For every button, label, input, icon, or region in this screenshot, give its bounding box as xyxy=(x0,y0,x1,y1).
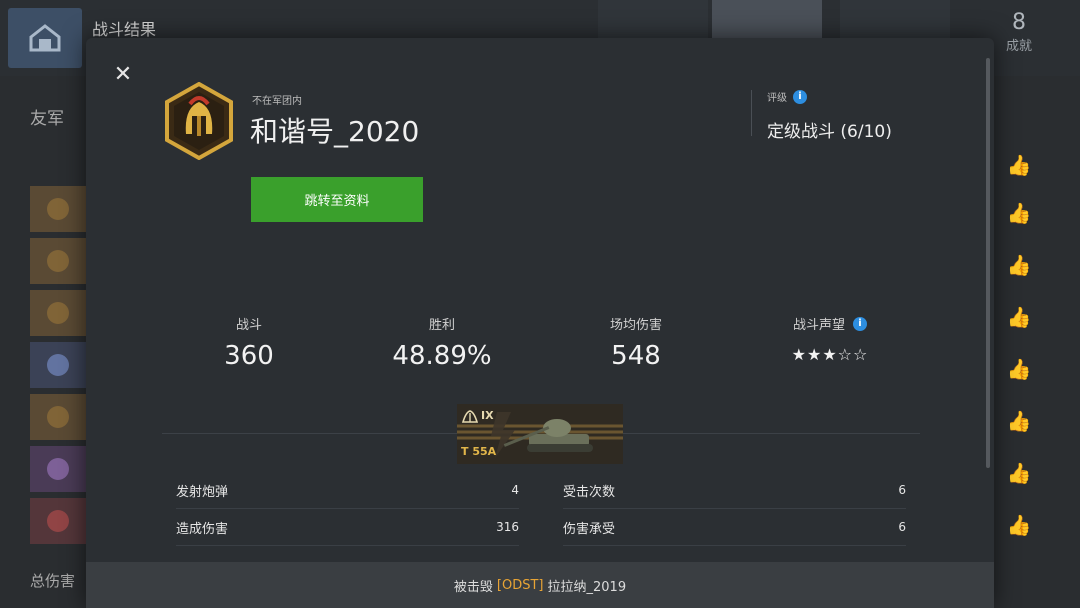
divider xyxy=(751,90,752,136)
stat-victories: 胜利 48.89% xyxy=(392,318,492,371)
reputation-stars: ★★★☆☆ xyxy=(791,345,869,364)
garage-icon xyxy=(29,24,61,52)
ally-row[interactable] xyxy=(30,498,86,544)
ally-row[interactable] xyxy=(30,342,86,388)
enemy-row[interactable]: 👍 xyxy=(994,242,1044,288)
battle-results-title: 战斗结果 xyxy=(92,20,157,39)
thumbs-up-icon: 👍 xyxy=(1006,357,1032,381)
medal-icon: 8 xyxy=(1012,10,1026,35)
info-icon[interactable]: i xyxy=(853,316,867,331)
ally-row[interactable] xyxy=(30,186,86,232)
player-icon xyxy=(47,354,69,376)
rating-value: 定级战斗 (6/10) xyxy=(767,122,892,142)
allies-label: 友军 xyxy=(30,109,64,129)
go-to-profile-button[interactable]: 跳转至资料 xyxy=(251,177,423,222)
player-icon xyxy=(47,198,69,220)
ally-row[interactable] xyxy=(30,290,86,336)
enemy-row[interactable]: 👍 xyxy=(994,142,1044,188)
detail-row: 受击次数 6 xyxy=(563,472,906,509)
enemy-row[interactable]: 👍 xyxy=(994,450,1044,496)
scrollbar[interactable] xyxy=(986,58,990,468)
thumbs-up-icon: 👍 xyxy=(1006,253,1032,277)
thumbs-up-icon: 👍 xyxy=(1006,201,1032,225)
stat-avg-damage: 场均伤害 548 xyxy=(609,318,662,371)
detail-row: 造成伤害 316 xyxy=(176,509,519,546)
achievements-tab[interactable]: 8 成就 xyxy=(996,10,1042,54)
player-icon xyxy=(47,458,69,480)
ally-row[interactable] xyxy=(30,238,86,284)
thumbs-up-icon: 👍 xyxy=(1006,461,1032,485)
thumbs-up-icon: 👍 xyxy=(1006,305,1032,329)
thumbs-up-icon: 👍 xyxy=(1006,153,1032,177)
close-icon: ✕ xyxy=(113,62,133,87)
thumbs-up-icon: 👍 xyxy=(1006,513,1032,537)
player-icon xyxy=(47,302,69,324)
clan-status: 不在军团内 xyxy=(252,96,302,107)
killer-clan-tag: [ODST] xyxy=(496,577,544,593)
player-name: 和谐号_2020 xyxy=(250,115,420,148)
enemy-row[interactable]: 👍 xyxy=(994,190,1044,236)
enemy-row[interactable]: 👍 xyxy=(994,398,1044,444)
stat-reputation: 战斗声望 i ★★★☆☆ xyxy=(730,314,930,364)
enemy-row[interactable]: 👍 xyxy=(994,502,1044,548)
tank-tier: IX xyxy=(481,409,494,422)
tank-card[interactable]: IX T 55A xyxy=(457,404,623,464)
player-icon xyxy=(47,406,69,428)
ally-row[interactable] xyxy=(30,446,86,492)
thumbs-up-icon: 👍 xyxy=(1006,409,1032,433)
close-button[interactable]: ✕ xyxy=(112,64,134,86)
rating-label: 评级 i xyxy=(767,89,807,104)
detail-row: 伤害承受 6 xyxy=(563,509,906,546)
tier-emblem-icon xyxy=(461,410,479,423)
spartan-helmet-emblem-icon xyxy=(165,82,233,160)
stat-battles: 战斗 360 xyxy=(224,318,274,371)
player-profile-modal: ✕ 不在军团内 和谐号_2020 跳转至资料 评级 i 定级战斗 (6/10) … xyxy=(86,38,994,608)
info-icon[interactable]: i xyxy=(793,89,807,104)
enemy-row[interactable]: 👍 xyxy=(994,346,1044,392)
tank-name: T 55A xyxy=(461,445,497,458)
enemy-row[interactable]: 👍 xyxy=(994,294,1044,340)
killer-name: 拉拉纳_2019 xyxy=(547,579,627,595)
detail-row: 发射炮弹 4 xyxy=(176,472,519,509)
ally-row[interactable] xyxy=(30,394,86,440)
home-button[interactable] xyxy=(8,8,82,68)
total-damage-label: 总伤害 xyxy=(30,572,76,590)
destroyed-by-bar: 被击毁 [ODST] 拉拉纳_2019 xyxy=(86,562,994,608)
player-icon xyxy=(47,510,69,532)
player-icon xyxy=(47,250,69,272)
